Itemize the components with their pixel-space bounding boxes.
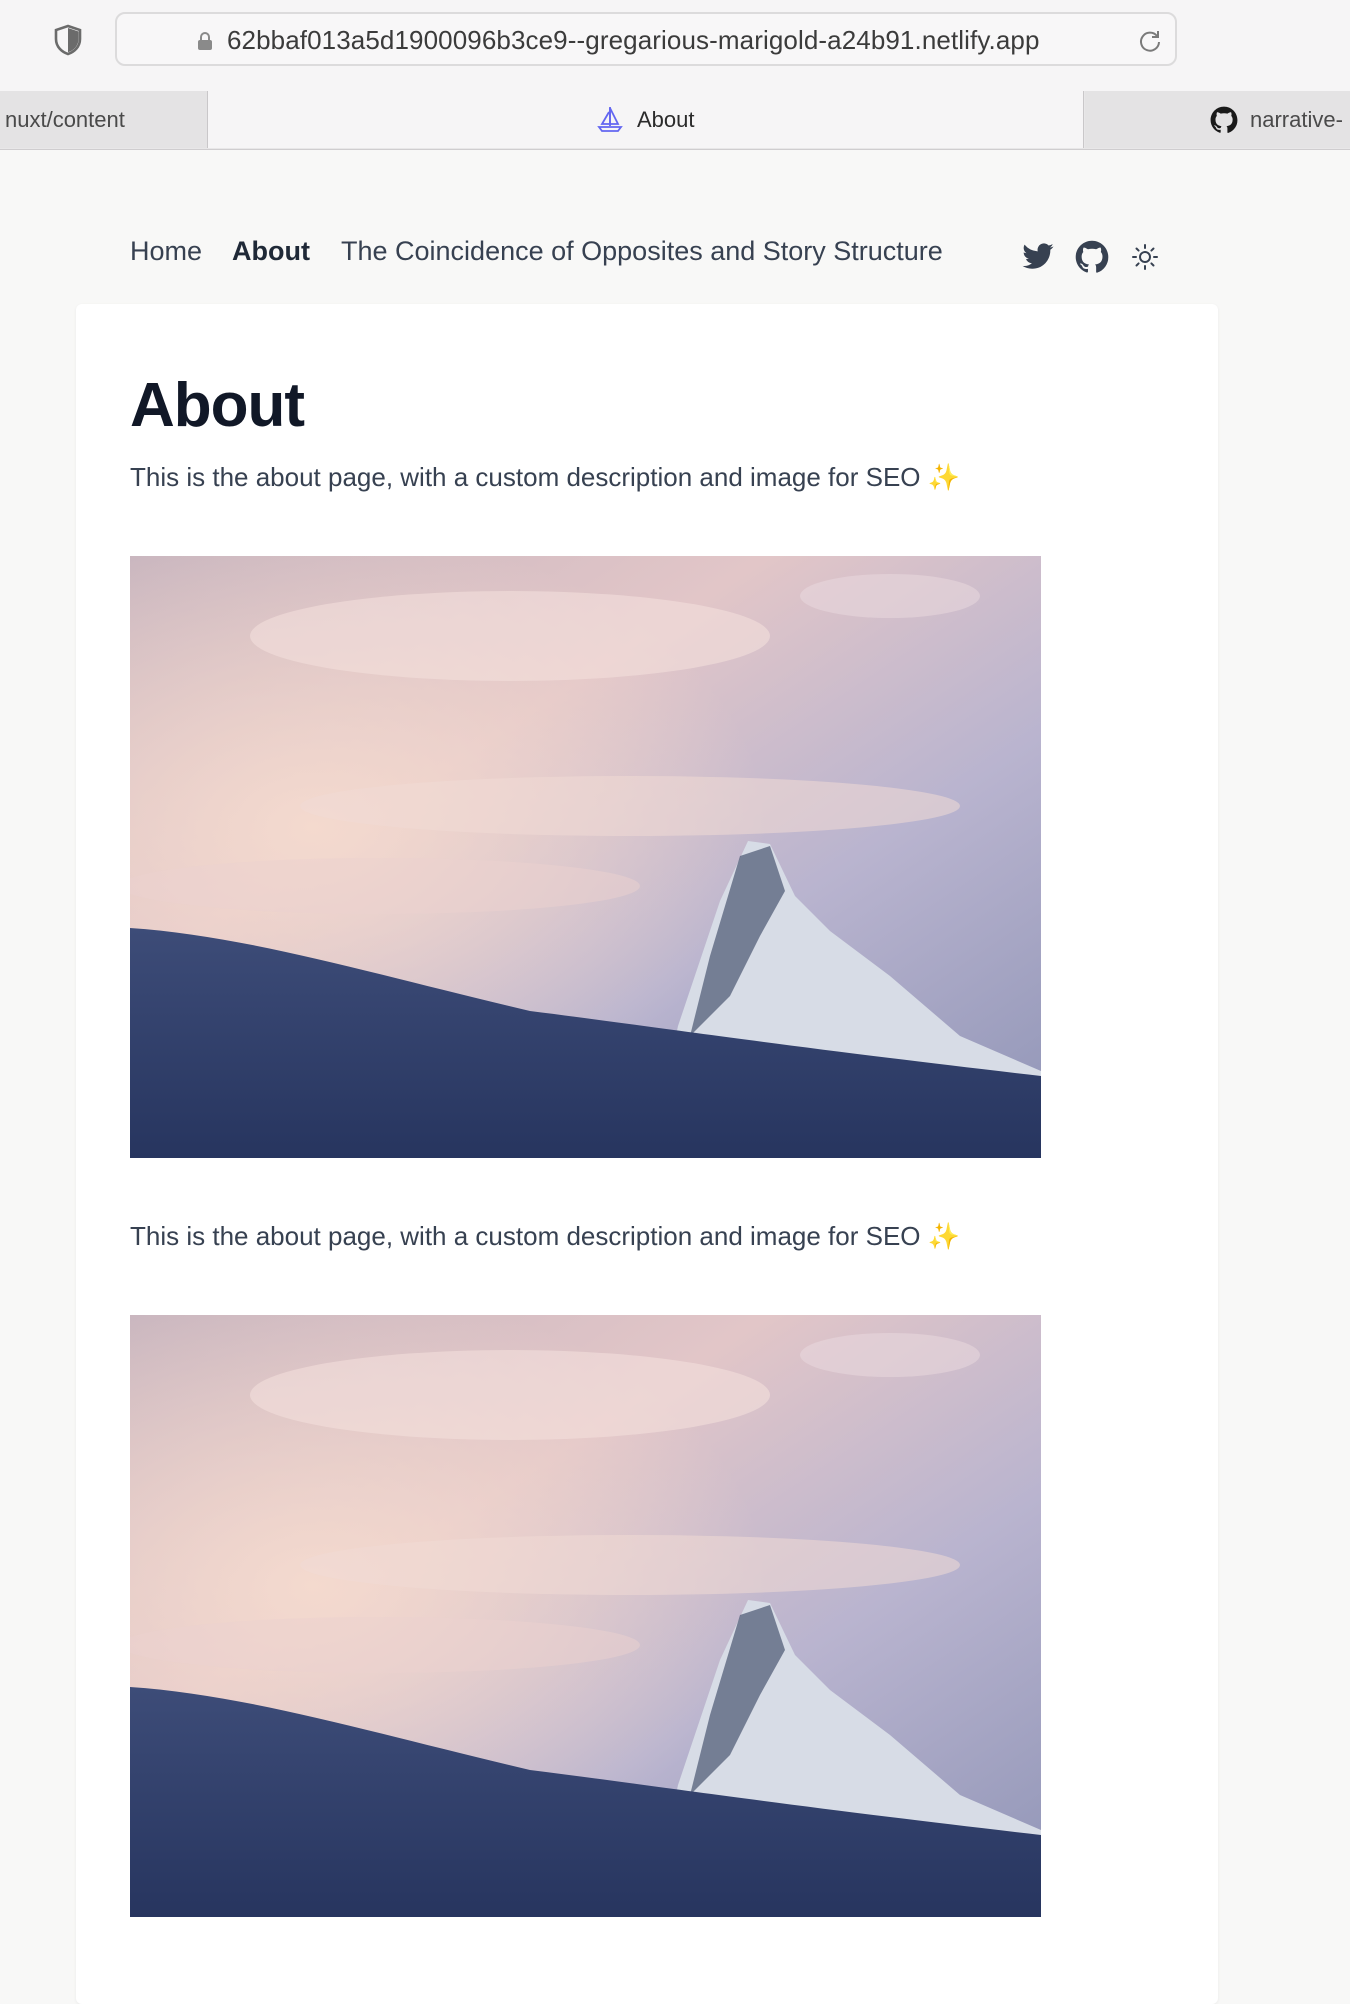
body-text: This is the about page, with a custom de… bbox=[130, 1221, 961, 1251]
tab-nuxt-content[interactable]: nuxt/content bbox=[0, 91, 208, 148]
privacy-shield-icon[interactable] bbox=[52, 24, 84, 56]
site-nav: Home About The Coincidence of Opposites … bbox=[130, 236, 1180, 276]
twitter-icon[interactable] bbox=[1021, 240, 1055, 274]
tab-narrative[interactable]: narrative- bbox=[1085, 91, 1350, 148]
tab-about[interactable]: About bbox=[208, 91, 1084, 148]
browser-toolbar: 62bbaf013a5d1900096b3ce9--gregarious-mar… bbox=[0, 0, 1350, 91]
tab-label: nuxt/content bbox=[5, 107, 125, 132]
github-icon bbox=[1210, 106, 1238, 134]
github-icon[interactable] bbox=[1075, 240, 1109, 274]
reload-icon[interactable] bbox=[1137, 28, 1163, 54]
tab-bar: nuxt/content About narrative- bbox=[0, 91, 1350, 150]
address-bar[interactable]: 62bbaf013a5d1900096b3ce9--gregarious-mar… bbox=[115, 12, 1177, 66]
url-text: 62bbaf013a5d1900096b3ce9--gregarious-mar… bbox=[227, 25, 1040, 55]
content-card: About This is the about page, with a cus… bbox=[76, 304, 1218, 2004]
nav-post-link[interactable]: The Coincidence of Opposites and Story S… bbox=[341, 236, 943, 267]
hero-image bbox=[130, 1315, 1041, 1917]
sun-icon[interactable] bbox=[1130, 242, 1160, 272]
lock-icon bbox=[197, 31, 213, 51]
tab-label: About bbox=[637, 107, 695, 132]
nav-about-link[interactable]: About bbox=[232, 236, 310, 267]
page-description: This is the about page, with a custom de… bbox=[130, 462, 961, 492]
page-title: About bbox=[130, 371, 305, 440]
nav-home-link[interactable]: Home bbox=[130, 236, 202, 267]
hero-image bbox=[130, 556, 1041, 1158]
tab-label: narrative- bbox=[1250, 107, 1343, 132]
sailboat-icon bbox=[595, 104, 625, 134]
